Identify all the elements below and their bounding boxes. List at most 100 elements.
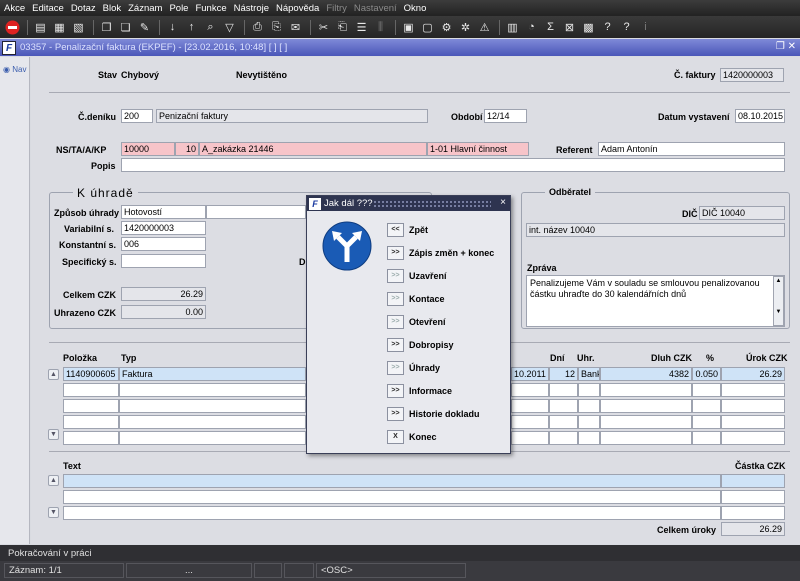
text-amount[interactable] [721, 490, 785, 504]
clipboard-icon[interactable]: ⎗ [334, 19, 351, 36]
menu-akce[interactable]: Akce [4, 3, 25, 14]
table-row[interactable] [63, 431, 119, 445]
table-row[interactable] [119, 431, 306, 445]
menu-funkce[interactable]: Funkce [195, 3, 226, 14]
table-row[interactable] [600, 431, 692, 445]
table-row[interactable] [119, 399, 306, 413]
table-row[interactable] [63, 415, 119, 429]
table-row[interactable] [549, 383, 578, 397]
table-row[interactable] [511, 415, 549, 429]
table-row[interactable] [578, 399, 600, 413]
exit-icon[interactable] [4, 19, 21, 36]
table-row[interactable] [549, 399, 578, 413]
table-row[interactable] [692, 415, 721, 429]
dialog-action-label[interactable]: Zpět [409, 225, 428, 235]
zpusob-field[interactable]: Hotovostí [121, 205, 206, 219]
print-preview-icon[interactable]: ⎘ [268, 19, 285, 36]
konstantni-field[interactable]: 006 [121, 237, 206, 251]
dialog-action-label[interactable]: Otevření [409, 317, 446, 327]
dialog-action-button[interactable]: >> [387, 384, 404, 398]
table-row[interactable] [511, 383, 549, 397]
sum-icon[interactable]: Σ [542, 19, 559, 36]
table-row[interactable] [578, 431, 600, 445]
menu-zaznam[interactable]: Záznam [128, 3, 162, 14]
scroll-down-icon[interactable]: ▼ [48, 429, 59, 440]
ns-field[interactable]: 10000 [121, 142, 175, 156]
table-row[interactable] [578, 383, 600, 397]
search-icon[interactable]: ⌕ [202, 19, 219, 36]
item-uhr[interactable]: Bank [578, 367, 600, 381]
menu-editace[interactable]: Editace [32, 3, 64, 14]
table-row[interactable] [549, 415, 578, 429]
scroll-up-icon[interactable]: ▲ [48, 369, 59, 380]
calculator-icon[interactable]: ▩ [580, 19, 597, 36]
menu-blok[interactable]: Blok [103, 3, 121, 14]
specificky-field[interactable] [121, 254, 206, 268]
dialog-action-label[interactable]: Dobropisy [409, 340, 454, 350]
dialog-action-label[interactable]: Úhrady [409, 363, 440, 373]
item-pct[interactable]: 0.050 [692, 367, 721, 381]
table-row[interactable] [600, 399, 692, 413]
table-row[interactable] [63, 383, 119, 397]
menu-pole[interactable]: Pole [169, 3, 188, 14]
popis-field[interactable] [121, 158, 785, 172]
kp-field[interactable]: 1-01 Hlavní činnost [427, 142, 529, 156]
copy-icon[interactable]: ❐ [98, 19, 115, 36]
report-icon[interactable]: ▥ [504, 19, 521, 36]
text-row[interactable] [63, 474, 721, 488]
star-icon[interactable]: ✲ [457, 19, 474, 36]
filter-icon[interactable]: ▽ [221, 19, 238, 36]
table-row[interactable] [600, 415, 692, 429]
nav-label[interactable]: Nav [12, 65, 26, 74]
table-row[interactable] [692, 383, 721, 397]
text-row[interactable] [63, 490, 721, 504]
document-icon[interactable]: ▢ [419, 19, 436, 36]
table-row[interactable] [692, 399, 721, 413]
table-row[interactable] [119, 415, 306, 429]
dialog-action-label[interactable]: Uzavření [409, 271, 447, 281]
a-field[interactable]: A_zakázka 21446 [199, 142, 427, 156]
calendar-icon[interactable]: ▣ [400, 19, 417, 36]
item-urok[interactable]: 26.29 [721, 367, 785, 381]
list-icon[interactable]: ☰ [353, 19, 370, 36]
variabilni-field[interactable]: 1420000003 [121, 221, 206, 235]
table-row[interactable] [721, 383, 785, 397]
scroll-down-icon[interactable]: ▼ [48, 507, 59, 518]
dialog-action-label[interactable]: Historie dokladu [409, 409, 480, 419]
settings-icon[interactable]: ⚙ [438, 19, 455, 36]
close-icon[interactable]: ✕ [788, 41, 796, 52]
table-row[interactable] [721, 431, 785, 445]
item-datum[interactable]: 10.2011 [511, 367, 549, 381]
table-row[interactable] [119, 383, 306, 397]
table-row[interactable] [63, 399, 119, 413]
item-polozka[interactable]: 1140900605 [63, 367, 119, 381]
datum-field[interactable]: 08.10.2015 [735, 109, 785, 123]
table-row[interactable] [692, 431, 721, 445]
item-dluh[interactable]: 4382 [600, 367, 692, 381]
table-row[interactable] [549, 431, 578, 445]
ta-field[interactable]: 10 [175, 142, 199, 156]
text-amount[interactable] [721, 474, 785, 488]
text-amount[interactable] [721, 506, 785, 520]
scroll-up-icon[interactable]: ▲ [48, 475, 59, 486]
dialog-action-button[interactable]: << [387, 223, 404, 237]
dialog-action-button[interactable]: >> [387, 338, 404, 352]
menu-dotaz[interactable]: Dotaz [71, 3, 96, 14]
sort-desc-icon[interactable]: ↑ [183, 19, 200, 36]
print-icon[interactable]: ⎙ [249, 19, 266, 36]
dialog-action-label[interactable]: Zápis změn + konec [409, 248, 494, 258]
table-row[interactable] [600, 383, 692, 397]
context-help-icon[interactable]: ? [618, 19, 635, 36]
zprava-scrollbar[interactable]: ▲ ▼ [773, 276, 784, 326]
mail-icon[interactable]: ✉ [287, 19, 304, 36]
edit-icon[interactable]: ✎ [136, 19, 153, 36]
table-row[interactable] [511, 431, 549, 445]
referent-field[interactable]: Adam Antonín [598, 142, 785, 156]
nav-icon[interactable]: ◉ [3, 65, 10, 74]
warning-icon[interactable]: ⚠ [476, 19, 493, 36]
delete-record-icon[interactable]: ▧ [70, 19, 87, 36]
sort-asc-icon[interactable]: ↓ [164, 19, 181, 36]
paste-icon[interactable]: ❏ [117, 19, 134, 36]
item-dni[interactable]: 12 [549, 367, 578, 381]
obdobi-field[interactable]: 12/14 [484, 109, 527, 123]
